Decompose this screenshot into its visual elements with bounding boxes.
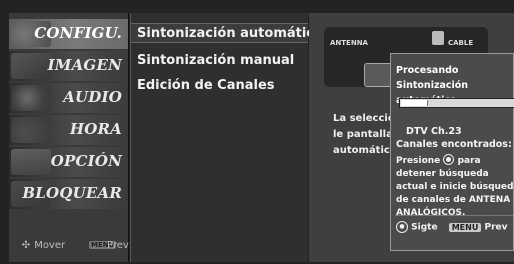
menu-item-hora[interactable]: HORA bbox=[9, 115, 128, 145]
antenna-label: ANTENNA bbox=[330, 39, 368, 47]
menu-item-label: HORA bbox=[69, 120, 122, 138]
submenu-item-manual-tuning[interactable]: Sintonización manual bbox=[137, 53, 294, 68]
progress-fill bbox=[401, 100, 428, 106]
menu-key-icon: MENU bbox=[448, 222, 482, 232]
next-label[interactable]: Sigte bbox=[411, 223, 437, 233]
cable-plug-icon bbox=[432, 31, 444, 45]
stop-instruction: Presione para detener búsqueda actual e … bbox=[396, 154, 514, 220]
menu-item-bloquear[interactable]: BLOQUEAR bbox=[9, 179, 128, 209]
footer-divider bbox=[395, 215, 513, 216]
menu-item-configu[interactable]: CONFIGU. bbox=[9, 19, 128, 49]
prev-label: Prev bbox=[107, 240, 129, 251]
move-hint: ✣ Mover bbox=[21, 240, 65, 251]
main-menu-sidebar: CONFIGU. IMAGEN AUDIO HORA OPCIÓN BLOQUE… bbox=[9, 13, 129, 262]
four-way-arrows-icon: ✣ bbox=[21, 240, 31, 251]
menu-item-imagen[interactable]: IMAGEN bbox=[9, 51, 128, 81]
channels-found: Canales encontrados: 10 bbox=[396, 139, 514, 150]
clock-icon bbox=[11, 117, 51, 143]
ok-circle-icon: ● bbox=[396, 221, 408, 233]
ok-button-icon bbox=[443, 154, 455, 165]
current-channel: DTV Ch.23 bbox=[406, 126, 462, 137]
film-icon bbox=[11, 53, 51, 79]
navigation-hint: ✣ Mover MENU Prev bbox=[9, 240, 129, 254]
tv-osd-screen: CONFIGU. IMAGEN AUDIO HORA OPCIÓN BLOQUE… bbox=[0, 0, 514, 264]
move-label: Mover bbox=[34, 240, 66, 251]
cable-label: CABLE bbox=[448, 39, 474, 47]
menu-item-label: AUDIO bbox=[63, 88, 122, 106]
menu-item-label: CONFIGU. bbox=[34, 24, 122, 42]
instruction-text-start: Presione bbox=[396, 156, 441, 166]
auto-tuning-progress-dialog: Procesando Sintonización automática ... … bbox=[390, 53, 514, 251]
menu-item-label: IMAGEN bbox=[47, 56, 122, 74]
submenu-item-auto-tuning[interactable]: Sintonización automática bbox=[131, 23, 323, 43]
menu-item-label: BLOQUEAR bbox=[22, 184, 122, 202]
prev-label[interactable]: Prev bbox=[484, 223, 507, 233]
progress-bar bbox=[399, 98, 514, 108]
dialog-footer: ● Sigte MENU Prev bbox=[396, 221, 514, 235]
option-tag-icon bbox=[11, 149, 51, 175]
speaker-icon bbox=[11, 85, 51, 111]
menu-item-opcion[interactable]: OPCIÓN bbox=[9, 147, 128, 177]
menu-item-audio[interactable]: AUDIO bbox=[9, 83, 128, 113]
submenu-item-channel-edit[interactable]: Edición de Canales bbox=[137, 78, 275, 93]
setup-submenu: Sintonización automática Sintonización m… bbox=[130, 13, 323, 262]
menu-item-label: OPCIÓN bbox=[50, 152, 122, 170]
